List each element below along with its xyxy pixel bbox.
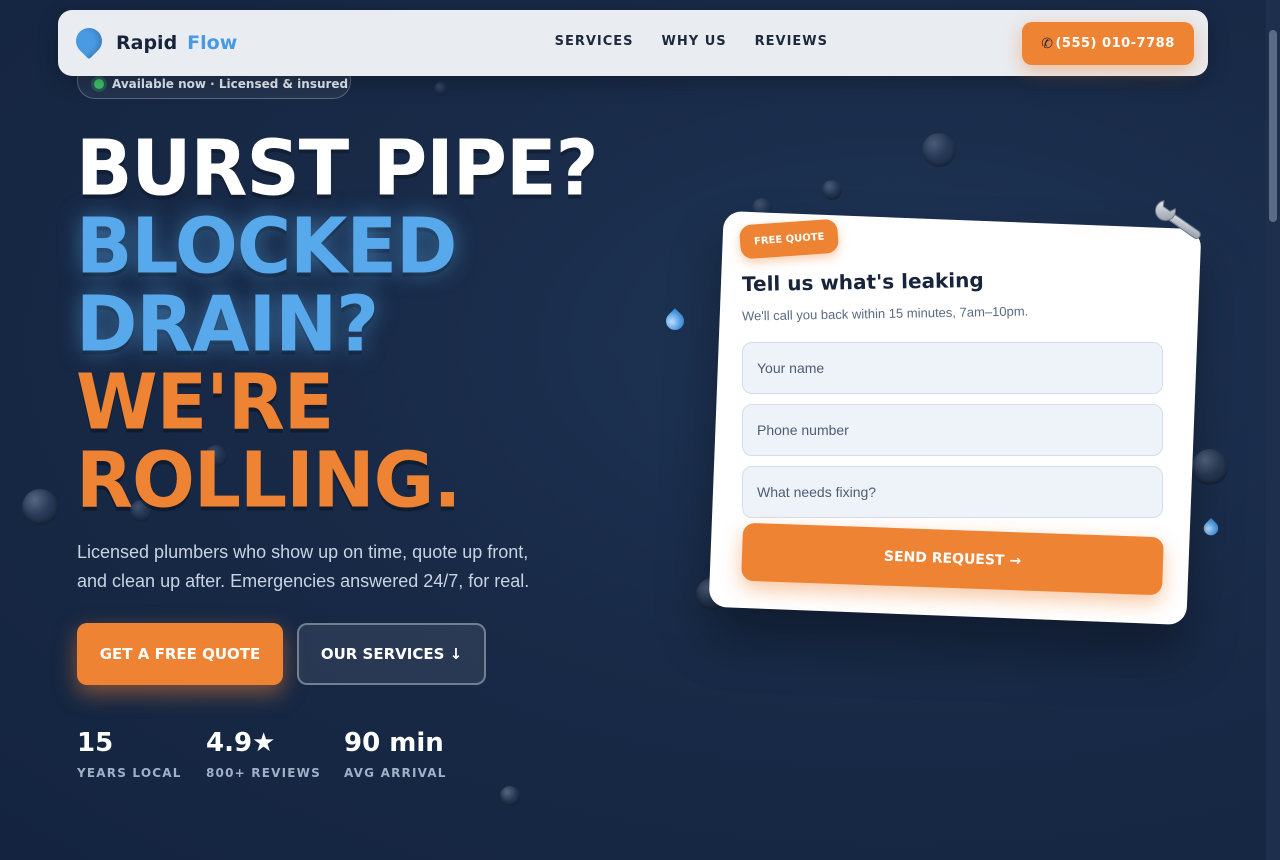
- phone-number-label: (555) 010-7788: [1055, 36, 1175, 51]
- decorative-bubble: [500, 786, 520, 806]
- nav-links: SERVICES WHY US REVIEWS: [555, 34, 828, 49]
- hero-headline-line-1: BURST PIPE?: [76, 123, 598, 214]
- quote-form-card: FREE QUOTE Tell us what's leaking We'll …: [708, 210, 1202, 626]
- page: Available now · Licensed & insured Rapid…: [0, 0, 1266, 860]
- hero-subtext: Licensed plumbers who show up on time, q…: [77, 542, 530, 591]
- water-drop-icon: [1200, 515, 1222, 539]
- phone-input[interactable]: Phone number: [742, 404, 1163, 456]
- nav-link-services[interactable]: SERVICES: [555, 34, 634, 49]
- stat-value: 90 min: [344, 728, 444, 758]
- status-dot-icon: [94, 78, 104, 89]
- decorative-bubble: [434, 82, 448, 96]
- phone-icon: ✆: [1041, 35, 1054, 52]
- decorative-bubble: [1192, 449, 1228, 485]
- name-input[interactable]: Your name: [742, 342, 1163, 394]
- send-request-button[interactable]: SEND REQUEST →: [741, 522, 1164, 596]
- stat-label: 800+ REVIEWS: [206, 766, 321, 780]
- page-scrollbar[interactable]: [1266, 0, 1280, 860]
- stat-value: 4.9★: [206, 728, 276, 758]
- decorative-bubble: [922, 133, 956, 167]
- quote-form-subtitle: We'll call you back within 15 minutes, 7…: [741, 303, 1029, 324]
- nav-link-why-us[interactable]: WHY US: [662, 34, 727, 49]
- hero-headline-line-5: ROLLING.: [76, 435, 462, 526]
- scrollbar-thumb[interactable]: [1269, 30, 1277, 222]
- stat-label: AVG ARRIVAL: [344, 766, 447, 780]
- quote-form-title: Tell us what's leaking: [741, 267, 984, 297]
- logo-text-rapid: Rapid: [116, 32, 178, 54]
- nav-link-reviews[interactable]: REVIEWS: [755, 34, 828, 49]
- water-drop-icon: [662, 304, 688, 334]
- logo-text-flow: Flow: [187, 32, 238, 54]
- hero-headline-line-2: BLOCKED: [76, 201, 457, 292]
- our-services-button[interactable]: OUR SERVICES ↓: [297, 623, 486, 685]
- stat-label: YEARS LOCAL: [77, 766, 182, 780]
- hero-headline-line-3: DRAIN?: [76, 279, 379, 370]
- free-quote-badge: FREE QUOTE: [738, 218, 840, 260]
- stat-value: 15: [77, 728, 114, 758]
- water-drop-icon: [70, 22, 108, 60]
- availability-text: Available now · Licensed & insured: [112, 76, 349, 91]
- call-phone-button[interactable]: ✆ (555) 010-7788: [1022, 22, 1194, 65]
- hero-headline-line-4: WE'RE: [76, 357, 334, 448]
- stat-arrival: 90 min AVG ARRIVAL: [344, 728, 447, 780]
- stat-years: 15 YEARS LOCAL: [77, 728, 182, 780]
- logo[interactable]: Rapid Flow: [70, 22, 238, 62]
- top-navbar: Rapid Flow SERVICES WHY US REVIEWS ✆ (55…: [58, 10, 1208, 76]
- get-free-quote-button[interactable]: GET A FREE QUOTE: [77, 623, 283, 685]
- decorative-bubble: [22, 489, 58, 525]
- issue-input[interactable]: What needs fixing?: [742, 466, 1163, 518]
- wrench-icon: [1155, 200, 1201, 239]
- stat-reviews: 4.9★ 800+ REVIEWS: [206, 728, 321, 780]
- decorative-bubble: [822, 180, 842, 200]
